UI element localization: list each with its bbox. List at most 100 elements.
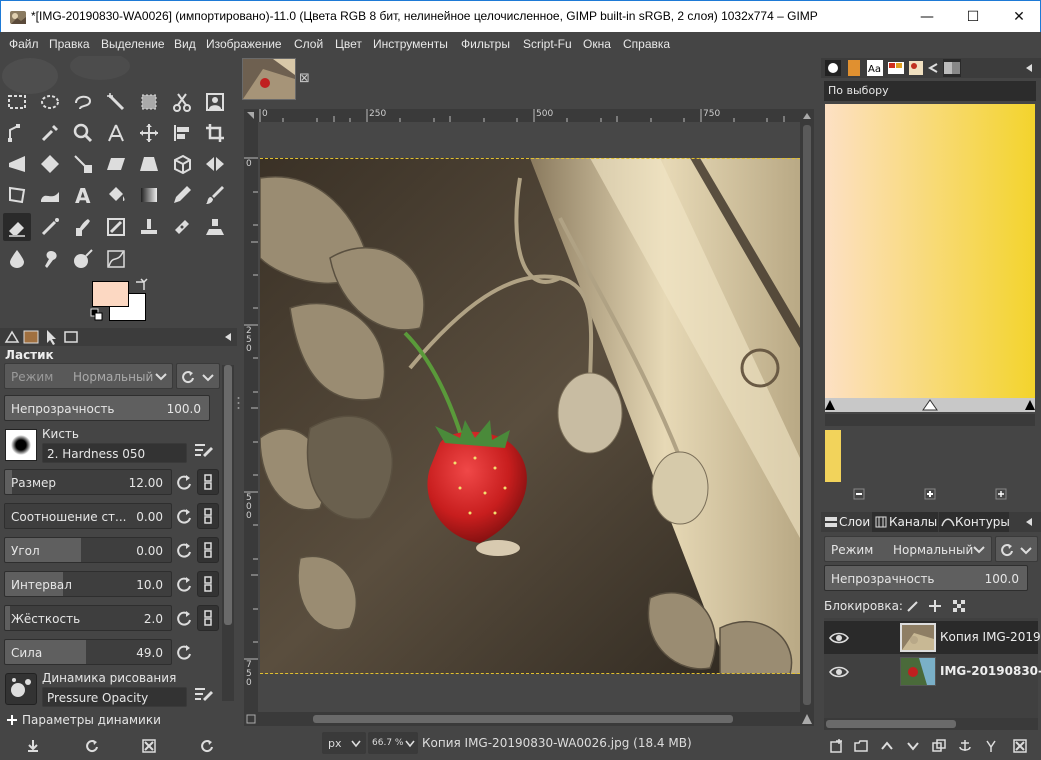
gradient-name-field[interactable]: По выбору — [824, 81, 1036, 101]
link-size-button[interactable] — [197, 469, 219, 495]
navigate-button[interactable] — [800, 712, 814, 726]
color-picker-icon[interactable] — [36, 119, 64, 147]
expand-icon[interactable] — [995, 488, 1007, 500]
menu-layer[interactable]: Слой — [294, 37, 323, 51]
link-aspect-button[interactable] — [197, 503, 219, 529]
gradient-icon[interactable] — [135, 181, 163, 209]
lock-alpha-icon[interactable] — [952, 599, 966, 613]
raise-layer-icon[interactable] — [880, 739, 894, 753]
heal-icon[interactable] — [168, 213, 196, 241]
scissors-select-icon[interactable] — [168, 88, 196, 116]
paintbrush-icon[interactable] — [201, 181, 229, 209]
perspective-icon[interactable] — [135, 150, 163, 178]
select-by-color-icon[interactable] — [135, 88, 163, 116]
move-icon[interactable] — [135, 119, 163, 147]
layer-hscroll-thumb[interactable] — [826, 720, 956, 728]
text-icon[interactable]: A — [69, 181, 97, 209]
bucket-fill-icon[interactable] — [102, 181, 130, 209]
vscroll-thumb[interactable] — [803, 125, 811, 705]
gradients-tab-icon[interactable] — [943, 59, 961, 77]
foreground-color-swatch[interactable] — [92, 281, 129, 307]
quick-mask-toggle[interactable] — [244, 712, 258, 726]
ellipse-select-icon[interactable] — [36, 88, 64, 116]
canvas-viewport[interactable] — [258, 122, 800, 712]
align-icon[interactable] — [168, 119, 196, 147]
save-options-icon[interactable] — [26, 739, 40, 753]
delete-options-icon[interactable] — [142, 739, 156, 753]
hscroll-thumb[interactable] — [313, 715, 733, 723]
opacity-slider[interactable]: Непрозрачность 100.0 — [4, 395, 210, 421]
layer-list-hscroll[interactable] — [824, 718, 1038, 730]
tool-options-tab-icon[interactable] — [3, 328, 21, 346]
force-slider[interactable]: Сила 49.0 — [4, 639, 172, 665]
merge-layer-icon[interactable] — [984, 739, 998, 753]
layer-row[interactable]: IMG-20190830- — [824, 655, 1041, 688]
tab-layers[interactable]: Слои — [821, 512, 871, 532]
lock-pixels-icon[interactable] — [906, 599, 920, 613]
eraser-icon[interactable] — [3, 213, 31, 241]
ink-icon[interactable] — [69, 213, 97, 241]
measure-icon[interactable] — [102, 119, 130, 147]
menu-file[interactable]: Файл — [9, 37, 39, 51]
unified-transform-icon[interactable] — [3, 150, 31, 178]
link-hardness-button[interactable] — [197, 605, 219, 631]
layer-composite-select[interactable] — [995, 536, 1038, 562]
link-angle-button[interactable] — [197, 537, 219, 563]
image-tab[interactable] — [242, 58, 296, 100]
crop-icon[interactable] — [201, 119, 229, 147]
new-layer-group-icon[interactable] — [854, 739, 868, 753]
dock-menu-icon[interactable] — [1020, 59, 1038, 77]
remove-icon[interactable] — [853, 488, 865, 500]
menu-select[interactable]: Выделение — [101, 37, 165, 51]
scrollbar-thumb[interactable] — [224, 365, 232, 625]
menu-tools[interactable]: Инструменты — [373, 37, 448, 51]
device-status-tab-icon[interactable] — [22, 328, 40, 346]
fuzzy-select-icon[interactable] — [102, 88, 130, 116]
mode-reset-select[interactable] — [176, 363, 220, 389]
restore-options-icon[interactable] — [85, 739, 99, 753]
tab-channels[interactable]: Каналы — [872, 512, 938, 532]
rect-select-icon[interactable] — [3, 88, 31, 116]
menu-script-fu[interactable]: Script-Fu — [523, 37, 572, 51]
canvas-hscrollbar[interactable] — [258, 712, 800, 726]
scroll-up-icon[interactable] — [802, 111, 812, 121]
angle-slider[interactable]: Угол 0.00 — [4, 537, 172, 563]
duplicate-layer-icon[interactable] — [932, 739, 946, 753]
zoom-icon[interactable] — [69, 119, 97, 147]
delete-layer-icon[interactable] — [1013, 739, 1027, 753]
vertical-ruler[interactable]: 0 2 5 0 5 0 0 7 5 0 — [244, 122, 258, 712]
minimize-button[interactable]: — — [904, 1, 950, 32]
layer-opacity-slider[interactable]: Непрозрачность 100.0 — [824, 565, 1028, 591]
menu-windows[interactable]: Окна — [583, 37, 611, 51]
menu-help[interactable]: Справка — [623, 37, 670, 51]
link-spacing-button[interactable] — [197, 571, 219, 597]
pencil-icon[interactable] — [168, 181, 196, 209]
fonts-tab-icon[interactable]: Aa — [866, 59, 884, 77]
gradient-stops-bar[interactable] — [825, 398, 1035, 412]
flip-icon[interactable] — [201, 150, 229, 178]
new-layer-icon[interactable] — [829, 739, 843, 753]
undo-history-tab-icon[interactable] — [925, 59, 943, 77]
smudge-icon[interactable] — [36, 245, 64, 273]
warp-transform-icon[interactable] — [36, 181, 64, 209]
patterns-tab-icon[interactable] — [845, 59, 863, 77]
dynamics-name-field[interactable]: Pressure Opacity — [42, 687, 187, 707]
undo-history-tab-icon[interactable] — [62, 328, 80, 346]
size-slider[interactable]: Размер 12.00 — [4, 469, 172, 495]
reset-spacing-icon[interactable] — [176, 576, 194, 594]
layer-row[interactable]: Копия IMG-20190 — [824, 621, 1041, 654]
canvas-vscrollbar[interactable] — [800, 109, 814, 712]
spacing-slider[interactable]: Интервал 10.0 — [4, 571, 172, 597]
images-tab-icon[interactable] — [907, 59, 925, 77]
dock-menu-icon[interactable] — [219, 328, 237, 346]
airbrush-icon[interactable] — [36, 213, 64, 241]
swap-colors-icon[interactable] — [134, 278, 148, 292]
add-icon[interactable] — [924, 488, 936, 500]
blur-icon[interactable] — [3, 245, 31, 273]
reset-size-icon[interactable] — [176, 474, 194, 492]
menu-view[interactable]: Вид — [174, 37, 196, 51]
edit-dynamics-icon[interactable] — [193, 685, 215, 705]
eye-icon[interactable] — [829, 631, 849, 645]
scale-icon[interactable] — [69, 150, 97, 178]
eye-icon[interactable] — [829, 665, 849, 679]
